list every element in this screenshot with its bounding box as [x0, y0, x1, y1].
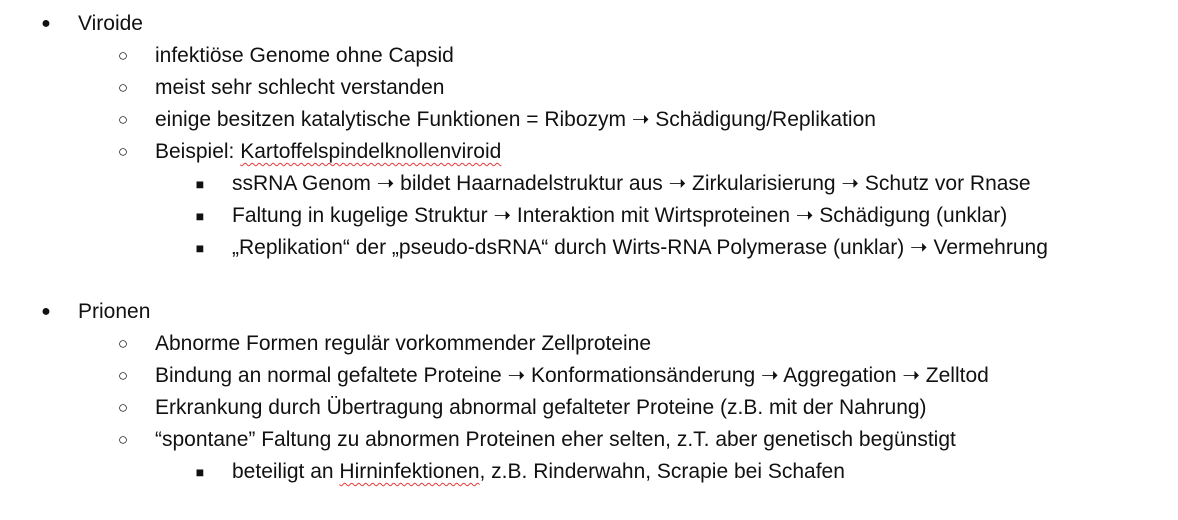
section-title[interactable]: Viroide: [78, 8, 143, 40]
list-item-text[interactable]: ssRNA Genom ➝ bildet Haarnadelstruktur a…: [232, 168, 1031, 200]
bullet-level3: ■: [195, 208, 205, 224]
bullet-level3: ■: [195, 240, 205, 256]
bullet-level2: ○: [117, 110, 129, 129]
bullet-level2: ○: [117, 334, 129, 353]
list-item-viroide: ● Viroide: [0, 8, 1178, 40]
list-item-text[interactable]: „Replikation“ der „pseudo-dsRNA“ durch W…: [232, 232, 1148, 264]
list-item: ■ Faltung in kugelige Struktur ➝ Interak…: [0, 200, 1178, 232]
list-item: ○ Beispiel: Kartoffelspindelknollenviroi…: [0, 136, 1178, 168]
list-item-text[interactable]: meist sehr schlecht verstanden: [155, 72, 444, 104]
subitem-prefix: beteiligt an: [232, 460, 340, 483]
section-title[interactable]: Prionen: [78, 296, 150, 328]
bullet-level3: ■: [195, 176, 205, 192]
misspelled-word[interactable]: Kartoffelspindelknollenviroid: [240, 140, 501, 163]
bullet-level2: ○: [117, 366, 129, 385]
example-prefix: Beispiel:: [155, 140, 241, 163]
list-item-text[interactable]: “spontane” Faltung zu abnormen Proteinen…: [155, 424, 956, 456]
list-item: ○ “spontane” Faltung zu abnormen Protein…: [0, 424, 1178, 456]
list-item: ○ infektiöse Genome ohne Capsid: [0, 40, 1178, 72]
bullet-level2: ○: [117, 78, 129, 97]
bullet-level1: ●: [41, 15, 51, 32]
bullet-level3: ■: [195, 464, 205, 480]
list-item: ○ meist sehr schlecht verstanden: [0, 72, 1178, 104]
list-item-text[interactable]: beteiligt an Hirninfektionen, z.B. Rinde…: [232, 456, 845, 488]
list-item-text[interactable]: einige besitzen katalytische Funktionen …: [155, 104, 876, 136]
bullet-level2: ○: [117, 430, 129, 449]
bullet-level1: ●: [41, 303, 51, 320]
list-item: ○ Bindung an normal gefaltete Proteine ➝…: [0, 360, 1178, 392]
list-item-text[interactable]: Faltung in kugelige Struktur ➝ Interakti…: [232, 200, 1007, 232]
list-item: ■ „Replikation“ der „pseudo-dsRNA“ durch…: [0, 232, 1178, 296]
list-item-text[interactable]: infektiöse Genome ohne Capsid: [155, 40, 454, 72]
bullet-level2: ○: [117, 46, 129, 65]
list-item-text[interactable]: Beispiel: Kartoffelspindelknollenviroid: [155, 136, 501, 168]
document-body: ● Viroide ○ infektiöse Genome ohne Capsi…: [0, 8, 1178, 488]
list-item: ○ Abnorme Formen regulär vorkommender Ze…: [0, 328, 1178, 360]
list-item-text[interactable]: Bindung an normal gefaltete Proteine ➝ K…: [155, 360, 989, 392]
misspelled-word[interactable]: Hirninfektionen: [339, 460, 479, 483]
list-item: ■ ssRNA Genom ➝ bildet Haarnadelstruktur…: [0, 168, 1178, 200]
list-item-text[interactable]: Erkrankung durch Übertragung abnormal ge…: [155, 392, 927, 424]
list-item: ■ beteiligt an Hirninfektionen, z.B. Rin…: [0, 456, 1178, 488]
list-item-text[interactable]: Abnorme Formen regulär vorkommender Zell…: [155, 328, 651, 360]
bullet-level2: ○: [117, 142, 129, 161]
bullet-level2: ○: [117, 398, 129, 417]
list-item-prionen: ● Prionen: [0, 296, 1178, 328]
list-item: ○ Erkrankung durch Übertragung abnormal …: [0, 392, 1178, 424]
list-item: ○ einige besitzen katalytische Funktione…: [0, 104, 1178, 136]
subitem-suffix: , z.B. Rinderwahn, Scrapie bei Schafen: [479, 460, 845, 483]
